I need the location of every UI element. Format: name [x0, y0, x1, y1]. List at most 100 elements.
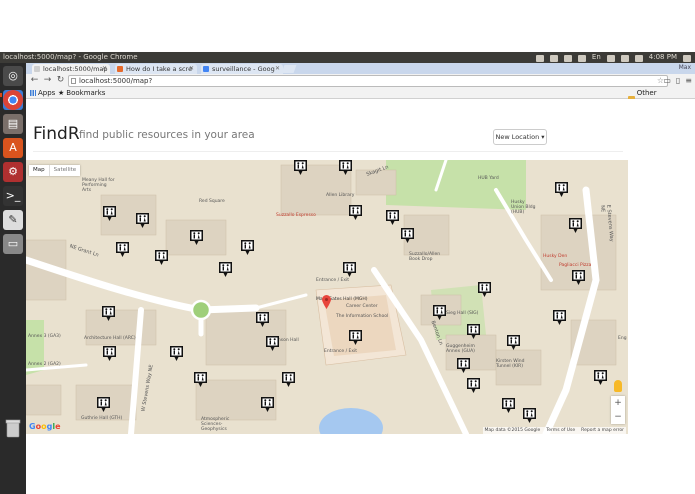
new-tab-button[interactable] [281, 65, 297, 73]
zoom-out-button[interactable]: − [611, 410, 625, 424]
restroom-marker-icon[interactable] [553, 310, 566, 325]
zoom-control: + − [611, 396, 625, 424]
restroom-marker-icon[interactable] [572, 270, 585, 285]
restroom-marker-icon[interactable] [256, 312, 269, 327]
reload-icon[interactable]: ↻ [55, 75, 66, 86]
restroom-marker-icon[interactable] [155, 250, 168, 265]
tab-surveillance[interactable]: surveillance - Goog ✕ [201, 64, 283, 74]
meany-hall-label: Meany Hall for Performing Arts [82, 178, 115, 193]
restroom-marker-icon[interactable] [386, 210, 399, 225]
restroom-marker-icon[interactable] [103, 206, 116, 221]
brand-title[interactable]: FindR [33, 124, 80, 144]
clock[interactable]: 4:08 PM [649, 52, 677, 63]
restroom-marker-icon[interactable] [433, 305, 446, 320]
restroom-marker-icon[interactable] [103, 346, 116, 361]
apps-shortcut[interactable]: Apps [30, 88, 55, 98]
tab-label: localhost:5000/map [43, 65, 108, 73]
restroom-marker-icon[interactable] [507, 335, 520, 350]
restroom-marker-icon[interactable] [194, 372, 207, 387]
restroom-marker-icon[interactable] [266, 336, 279, 351]
restroom-marker-icon[interactable] [502, 398, 515, 413]
pagliacci-label: Pagliacci Pizza [559, 263, 592, 268]
restroom-marker-icon[interactable] [261, 397, 274, 412]
page-favicon-icon [34, 66, 40, 72]
profile-user[interactable]: Max [679, 63, 691, 73]
restroom-marker-icon[interactable] [467, 378, 480, 393]
power-icon[interactable] [683, 55, 691, 62]
apps-label: Apps [38, 89, 56, 97]
tab-howto[interactable]: How do I take a scre ✕ [115, 64, 197, 74]
address-bar[interactable]: localhost:5000/map? ☆ [68, 75, 668, 87]
ubuntu-dash-icon[interactable]: ◎ [3, 66, 23, 86]
wifi-icon[interactable] [563, 55, 572, 62]
map-type-map[interactable]: Map [29, 165, 49, 176]
battery-icon[interactable] [620, 55, 629, 62]
map-type-control: Map Satellite [29, 165, 81, 176]
husky-union-label: Husky Union Bldg (HUB) [511, 200, 536, 215]
software-center-icon[interactable]: A [3, 138, 23, 158]
bookmarks-shortcut[interactable]: ★ Bookmarks [58, 88, 105, 98]
forward-arrow-icon[interactable]: → [42, 75, 53, 86]
text-editor-icon[interactable]: ✎ [3, 210, 23, 230]
tab-localhost[interactable]: localhost:5000/map ✕ [32, 64, 110, 74]
tab-label: surveillance - Goog [212, 65, 275, 73]
terms-link[interactable]: Terms of Use [546, 428, 575, 433]
terminal-icon[interactable]: >_ [3, 186, 23, 206]
cast-icon[interactable]: ▭ [663, 75, 671, 86]
restroom-marker-icon[interactable] [339, 160, 352, 175]
settings-icon[interactable]: ⚙ [3, 162, 23, 182]
chrome-tray-icon[interactable] [549, 55, 558, 62]
restroom-marker-icon[interactable] [555, 182, 568, 197]
toolbar-right: ▭ ▯ ≡ [663, 75, 692, 86]
mail-icon[interactable] [606, 55, 615, 62]
information-school-label: The Information School [336, 314, 389, 319]
close-tab-icon[interactable]: ✕ [102, 64, 107, 74]
menu-icon[interactable]: ≡ [685, 75, 692, 86]
bluetooth-icon[interactable] [577, 55, 586, 62]
restroom-marker-icon[interactable] [294, 160, 307, 175]
restroom-marker-icon[interactable] [478, 282, 491, 297]
close-tab-icon[interactable]: ✕ [189, 64, 194, 74]
restroom-marker-icon[interactable] [282, 372, 295, 387]
restroom-marker-icon[interactable] [401, 228, 414, 243]
restroom-marker-icon[interactable] [190, 230, 203, 245]
restroom-marker-icon[interactable] [136, 213, 149, 228]
map-canvas[interactable]: NE Grant Ln W Stevens Way NE E Stevens W… [26, 160, 628, 434]
google-logo[interactable]: Google [29, 422, 61, 431]
map-type-satellite[interactable]: Satellite [48, 165, 81, 176]
close-tab-icon[interactable]: ✕ [275, 64, 280, 74]
restroom-marker-icon[interactable] [594, 370, 607, 385]
restroom-marker-icon[interactable] [241, 240, 254, 255]
restroom-marker-icon[interactable] [569, 218, 582, 233]
keyboard-indicator[interactable]: En [592, 52, 601, 63]
chrome-icon[interactable] [3, 90, 23, 110]
trash-icon[interactable] [4, 418, 22, 438]
window-title: localhost:5000/map? - Google Chrome [3, 53, 138, 61]
husky-den-label: Husky Den [543, 254, 568, 259]
restroom-marker-icon[interactable] [457, 358, 470, 373]
restroom-marker-icon[interactable] [349, 205, 362, 220]
restroom-marker-icon[interactable] [343, 262, 356, 277]
restroom-marker-icon[interactable] [467, 324, 480, 339]
dropbox-icon[interactable] [535, 55, 544, 62]
back-arrow-icon[interactable]: ← [29, 75, 40, 86]
new-location-button[interactable]: New Location ▾ [493, 129, 547, 145]
atmospheric-label: Atmospheric Sciences-Geophysics [201, 417, 230, 432]
extension-icon[interactable]: ▯ [676, 75, 680, 86]
restroom-marker-icon[interactable] [116, 242, 129, 257]
restroom-marker-icon[interactable] [102, 306, 115, 321]
location-pin-icon[interactable] [322, 295, 331, 309]
restroom-marker-icon[interactable] [170, 346, 183, 361]
volume-icon[interactable] [634, 55, 643, 62]
restroom-marker-icon[interactable] [219, 262, 232, 277]
report-error-link[interactable]: Report a map error [581, 428, 624, 433]
suzzallo-book-label: Suzzallo/Allen Book Drop [409, 252, 441, 262]
restroom-marker-icon[interactable] [97, 397, 110, 412]
zoom-in-button[interactable]: + [611, 396, 625, 410]
restroom-marker-icon[interactable] [523, 408, 536, 423]
street-view-pegman-icon[interactable] [614, 380, 622, 392]
career-center-label: Career Center [346, 304, 378, 309]
drive-icon[interactable]: ▭ [3, 234, 23, 254]
files-icon[interactable]: ▤ [3, 114, 23, 134]
restroom-marker-icon[interactable] [349, 330, 362, 345]
